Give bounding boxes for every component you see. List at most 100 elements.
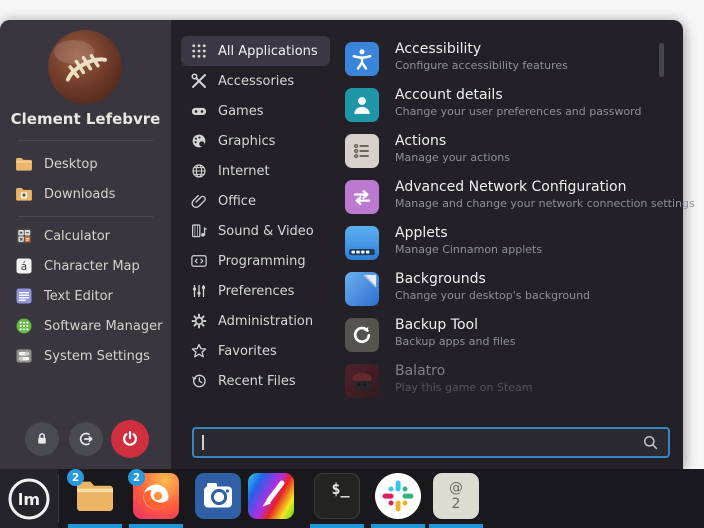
taskbar-separator xyxy=(58,474,59,523)
active-window-indicator xyxy=(310,524,364,528)
taskbar-item-mail[interactable]: @2 xyxy=(433,473,479,519)
taskbar-item-drawing[interactable] xyxy=(248,473,294,519)
search-input[interactable] xyxy=(192,427,670,458)
power-icon xyxy=(119,428,141,450)
category-label: Graphics xyxy=(218,134,275,149)
system-settings-icon xyxy=(14,346,34,366)
active-window-indicator xyxy=(429,524,483,528)
balatro-icon xyxy=(345,364,379,398)
mail-icon: @2 xyxy=(433,473,479,519)
category-accessories[interactable]: Accessories xyxy=(181,66,306,96)
desktop: Clement Lefebvre Desktop Downloads Calcul… xyxy=(0,0,704,528)
lock-icon xyxy=(32,429,52,449)
lock-button[interactable] xyxy=(25,422,59,456)
app-item-backgrounds[interactable]: Backgrounds Change your desktop's backgro… xyxy=(337,270,649,316)
app-title: Backup Tool xyxy=(395,317,478,333)
category-favorites[interactable]: Favorites xyxy=(181,336,289,366)
app-item-account-details[interactable]: Account detailsChange your user preferen… xyxy=(337,86,649,132)
category-administration[interactable]: Administration xyxy=(181,306,325,336)
software-manager-icon xyxy=(14,316,34,336)
taskbar-item-files[interactable]: 2 xyxy=(72,473,118,519)
sidebar-item-text-editor[interactable]: Text Editor xyxy=(14,282,113,310)
app-title: Backgrounds xyxy=(395,271,486,287)
svg-text:lm: lm xyxy=(18,490,40,509)
category-programming[interactable]: Programming xyxy=(181,246,318,276)
app-item-advanced-network-configuration[interactable]: Advanced Network ConfigurationManage and… xyxy=(337,178,649,224)
history-icon xyxy=(190,372,208,390)
sidebar-item-downloads[interactable]: Downloads xyxy=(14,180,115,208)
sidebar-item-desktop[interactable]: Desktop xyxy=(14,150,98,178)
taskbar-item-terminal[interactable]: $_ xyxy=(314,473,360,519)
app-item-backup-tool[interactable]: Backup ToolBackup apps and files xyxy=(337,316,649,362)
screenshot-icon xyxy=(195,473,241,519)
code-icon xyxy=(190,252,208,270)
mail-at-label: @ xyxy=(449,480,463,496)
app-title: Applets xyxy=(395,225,448,241)
grid-icon xyxy=(190,42,208,60)
svg-text:á: á xyxy=(21,261,27,273)
category-label: Sound & Video xyxy=(218,224,314,239)
sidebar-item-label: Character Map xyxy=(44,259,140,274)
search-icon xyxy=(641,433,660,452)
sidebar-item-label: Downloads xyxy=(44,187,115,202)
category-internet[interactable]: Internet xyxy=(181,156,282,186)
taskbar-item-slack[interactable] xyxy=(375,473,421,519)
sidebar-item-software-manager[interactable]: Software Manager xyxy=(14,312,162,340)
app-item-actions[interactable]: ActionsManage your actions xyxy=(337,132,649,178)
category-list: All Applications Accessories Games Graphics… xyxy=(181,36,331,396)
actions-icon xyxy=(345,134,379,168)
category-label: Recent Files xyxy=(218,374,296,389)
category-office[interactable]: Office xyxy=(181,186,268,216)
app-title: Account details xyxy=(395,87,503,103)
sidebar-item-label: System Settings xyxy=(44,349,150,364)
app-item-applets[interactable]: Applets Manage Cinnamon applets xyxy=(337,224,649,270)
app-description: Play this game on Steam xyxy=(395,381,532,394)
avatar xyxy=(48,30,122,104)
mail-count-label: 2 xyxy=(452,496,461,512)
backgrounds-icon xyxy=(345,272,379,306)
category-label: All Applications xyxy=(218,44,318,59)
sidebar-item-label: Calculator xyxy=(44,229,110,244)
taskbar-item-firefox[interactable]: 2 xyxy=(133,473,179,519)
category-label: Programming xyxy=(218,254,306,269)
category-all-applications[interactable]: All Applications xyxy=(181,36,330,66)
app-description: Change your desktop's background xyxy=(395,289,590,302)
folder-icon xyxy=(14,154,34,174)
text-editor-icon xyxy=(14,286,34,306)
sliders-icon xyxy=(190,282,208,300)
category-label: Favorites xyxy=(218,344,277,359)
category-label: Games xyxy=(218,104,263,119)
film-note-icon xyxy=(190,222,208,240)
category-games[interactable]: Games xyxy=(181,96,275,126)
category-recent-files[interactable]: Recent Files xyxy=(181,366,308,396)
app-description: Manage Cinnamon applets xyxy=(395,243,542,256)
category-label: Office xyxy=(218,194,256,209)
menu-sidebar: Clement Lefebvre Desktop Downloads Calcul… xyxy=(0,20,171,469)
palette-icon xyxy=(190,132,208,150)
sidebar-item-calculator[interactable]: Calculator xyxy=(14,222,110,250)
mint-menu-button[interactable]: lm xyxy=(0,469,58,528)
logout-button[interactable] xyxy=(69,422,103,456)
sidebar-item-character-map[interactable]: á Character Map xyxy=(14,252,140,280)
category-label: Accessories xyxy=(218,74,294,89)
category-sound-video[interactable]: Sound & Video xyxy=(181,216,326,246)
power-button[interactable] xyxy=(111,420,149,458)
application-list: AccessibilityConfigure accessibility fea… xyxy=(337,40,649,408)
backup-icon xyxy=(345,318,379,352)
category-graphics[interactable]: Graphics xyxy=(181,126,287,156)
sidebar-item-label: Text Editor xyxy=(44,289,113,304)
sidebar-item-label: Desktop xyxy=(44,157,98,172)
scrollbar-thumb[interactable] xyxy=(659,43,664,77)
character-map-icon: á xyxy=(14,256,34,276)
mint-menu: Clement Lefebvre Desktop Downloads Calcul… xyxy=(0,20,683,469)
taskbar-item-screenshot[interactable] xyxy=(195,473,241,519)
category-label: Preferences xyxy=(218,284,294,299)
calculator-icon xyxy=(14,226,34,246)
user-name: Clement Lefebvre xyxy=(0,110,171,128)
mint-logo-icon: lm xyxy=(6,476,52,522)
app-item-balatro[interactable]: BalatroPlay this game on Steam xyxy=(337,362,649,408)
category-preferences[interactable]: Preferences xyxy=(181,276,306,306)
sidebar-item-system-settings[interactable]: System Settings xyxy=(14,342,150,370)
app-item-accessibility[interactable]: AccessibilityConfigure accessibility fea… xyxy=(337,40,649,86)
applets-icon xyxy=(345,226,379,260)
